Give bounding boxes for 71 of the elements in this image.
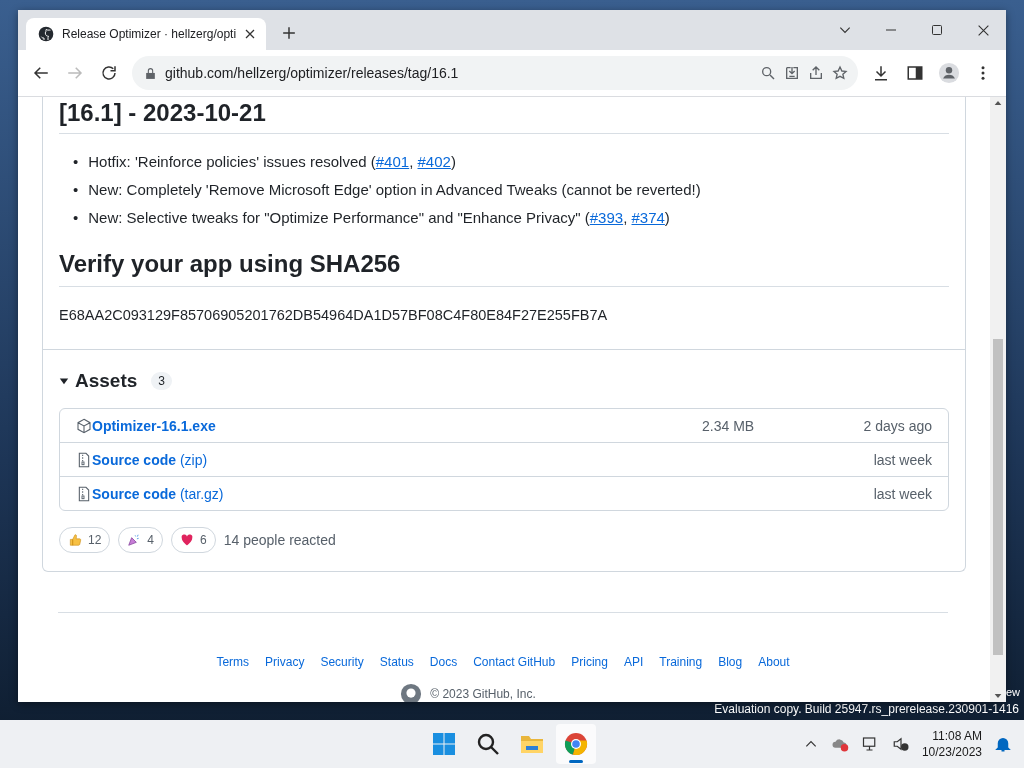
asset-date: last week [872,485,932,502]
issue-link[interactable]: #374 [631,209,665,226]
reactions-summary: 14 people reacted [223,532,336,548]
maximize-icon[interactable] [931,24,943,36]
assets-title[interactable]: Assets [75,370,138,392]
tab-title: Release Optimizer · hellzerg/opti [62,27,237,41]
release-note: New: Selective tweaks for "Optimize Performance" and "Enhance Privacy" (#393, #374) [88,208,670,228]
issue-link[interactable]: #402 [417,153,451,170]
scroll-down-icon[interactable] [994,692,1002,700]
bell-icon[interactable] [994,735,1012,753]
file-zip-icon [76,485,92,502]
section-heading: Verify your app using SHA256 [59,250,949,287]
close-icon[interactable] [976,23,990,37]
footer-link[interactable]: About [758,655,790,669]
footer-link[interactable]: Privacy [265,655,305,669]
asset-link[interactable]: Source code (tar.gz) [92,485,224,502]
search-icon[interactable] [476,732,500,756]
release-note: New: Completely 'Remove Microsoft Edge' option in Advanced Tweaks (cannot be reverted!) [88,180,701,200]
heart-icon [180,533,195,547]
party-popper-icon [127,533,142,547]
clock[interactable]: 11:08 AM 10/23/2023 [921,728,982,760]
asset-date: last week [872,451,932,468]
release-note: Hotfix: 'Reinforce policies' issues resolved (#401, #402) [88,152,456,172]
plus-icon[interactable] [282,26,297,40]
share-icon[interactable] [808,65,824,81]
evaluation-watermark: Evaluation copy. Build 25947.rs_prerelease.230901-1416 [713,702,1020,718]
reload-icon[interactable] [100,64,118,82]
address-bar[interactable]: github.com/hellzerg/optimizer/releases/tag/16.1 [132,56,858,90]
download-icon[interactable] [872,64,890,82]
back-arrow-icon[interactable] [32,64,50,82]
footer-link[interactable]: Terms [216,655,250,669]
footer-link[interactable]: Security [320,655,364,669]
browser-tab[interactable]: Release Optimizer · hellzerg/opti [26,18,267,50]
file-zip-icon [76,451,92,468]
asset-link[interactable]: Source code (zip) [92,451,208,468]
profile-avatar-icon[interactable] [938,62,960,84]
scroll-up-icon[interactable] [994,99,1002,107]
footer-link[interactable]: Status [379,655,414,669]
reaction-button[interactable]: 12 [59,527,111,553]
asset-date: 2 days ago [862,417,932,434]
copyright-text: © 2023 GitHub, Inc. [430,687,536,701]
bullet: • [73,208,79,228]
package-icon [76,417,92,434]
asset-link[interactable]: Optimizer-16.1.exe [92,417,216,434]
caret-icon[interactable] [59,376,69,386]
footer-link[interactable]: Training [659,655,703,669]
side-panel-icon[interactable] [906,64,924,82]
footer-link[interactable]: Blog [718,655,743,669]
url-text: github.com/hellzerg/optimizer/releases/tag/16.1 [165,65,460,81]
assets-count: 3 [151,372,172,390]
reaction-button[interactable]: 6 [171,527,216,553]
star-icon[interactable] [832,65,848,81]
thumbs-up-icon [68,533,82,547]
reaction-button[interactable]: 4 [118,527,164,553]
footer-link[interactable]: Contact GitHub [473,655,556,669]
start-icon[interactable] [432,732,456,756]
release-heading: [16.1] - 2023-10-21 [59,97,949,134]
footer-link[interactable]: Pricing [571,655,608,669]
chrome-icon[interactable] [564,732,588,756]
bullet: • [73,152,79,172]
bullet: • [73,180,79,200]
lock-icon [144,66,157,80]
speaker-muted-icon[interactable] [891,735,910,753]
footer-link[interactable]: API [623,655,644,669]
close-icon[interactable] [244,28,257,40]
install-icon[interactable] [784,65,800,81]
footer-link[interactable]: Docs [429,655,458,669]
desktop-text: ew [1005,686,1020,698]
sha256-hash: E68AA2C093129F85706905201762DB54964DA1D57BF08C4F80E84F27E255FB7A [59,307,609,323]
asset-size: 2.34 MB [702,417,755,434]
scrollbar[interactable] [990,97,1006,702]
